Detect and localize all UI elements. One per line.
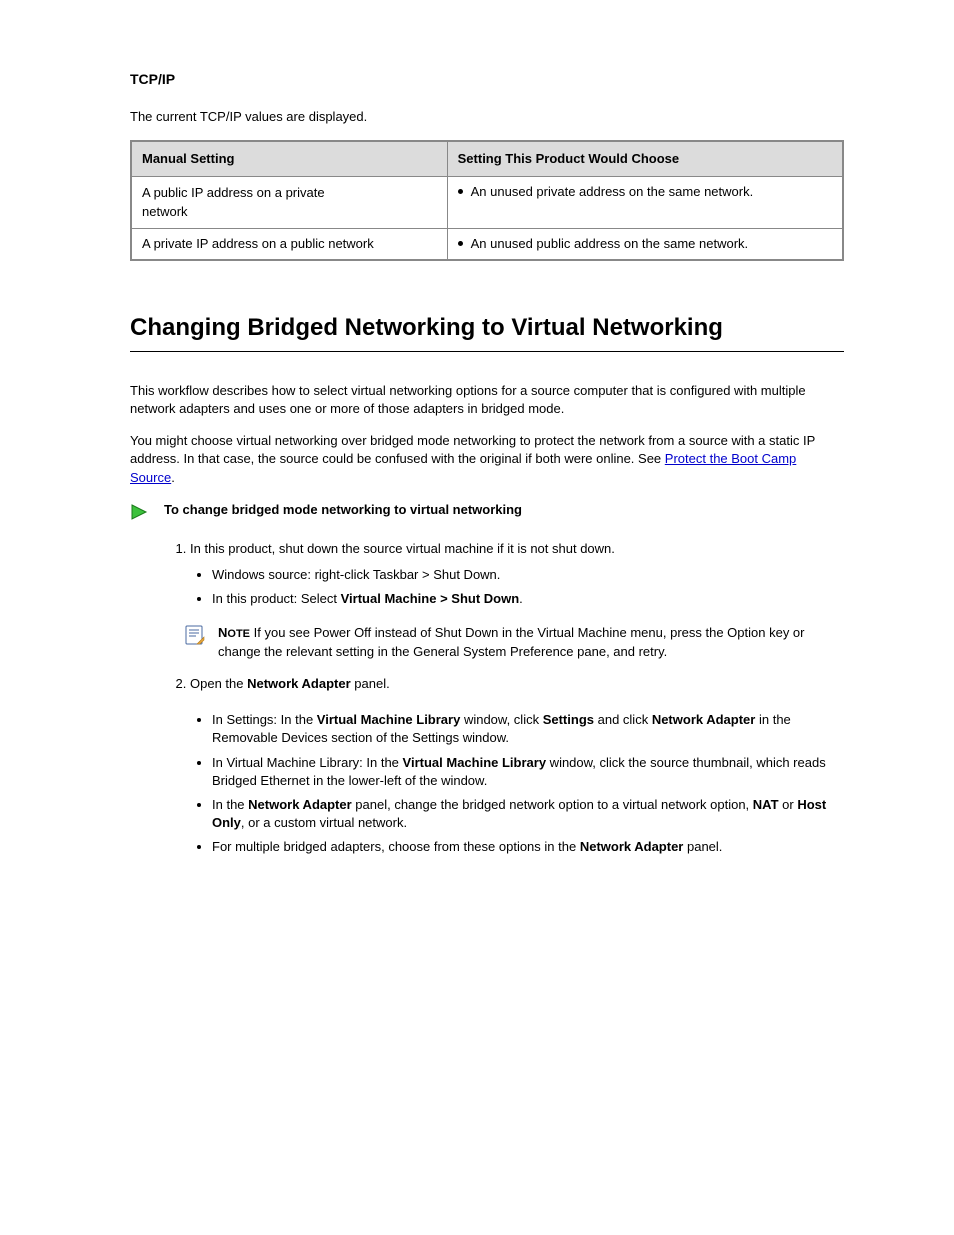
text: For multiple bridged adapters, choose fr… [212,839,580,854]
note-icon [184,624,206,651]
ui-name: Network Adapter [580,839,684,854]
text: In Virtual Machine Library: In the [212,755,403,770]
text: panel. [351,676,390,691]
ui-name: Settings [543,712,594,727]
text: . [519,591,523,606]
text: panel. [683,839,722,854]
text: , or a custom virtual network. [241,815,407,830]
panel-name: Network Adapter [247,676,351,691]
ui-name: Virtual Machine Library [403,755,547,770]
step-text: In this product, shut down the source vi… [190,541,615,556]
list-item: In Settings: In the Virtual Machine Libr… [212,711,844,747]
tcpip-header: TCP/IP [130,70,844,90]
col-product-choice: Setting This Product Would Choose [447,141,843,177]
text: In Settings: In the [212,712,317,727]
text: panel, change the bridged network option… [352,797,753,812]
text: In this product: Select [212,591,341,606]
text: . [171,470,175,485]
list-item: In this product: Select Virtual Machine … [212,590,844,608]
bullet-icon [458,241,463,246]
list-item: In the Network Adapter panel, change the… [212,796,844,832]
intro-paragraph-2: You might choose virtual networking over… [130,432,844,487]
list-item: Windows source: right-click Taskbar > Sh… [212,566,844,584]
text: and click [594,712,652,727]
list-item: For multiple bridged adapters, choose fr… [212,838,844,856]
ui-name: NAT [753,797,779,812]
cell-text: network [142,202,437,222]
table-row: A private IP address on a public network… [131,228,843,260]
note-text: NOTE If you see Power Off instead of Shu… [218,624,844,661]
intro-paragraph-1: This workflow describes how to select vi… [130,382,844,418]
note-label: NOTE [218,625,250,640]
ip-settings-table: Manual Setting Setting This Product Woul… [130,140,844,261]
procedure-heading: To change bridged mode networking to vir… [164,501,522,519]
text: If you see Power Off instead of Shut Dow… [218,625,805,658]
text: In the [212,797,248,812]
table-row: A public IP address on a private network… [131,176,843,228]
text: window, click [460,712,542,727]
ui-name: Network Adapter [652,712,756,727]
step-2: Open the Network Adapter panel. In Setti… [190,675,844,857]
cell-text: A public IP address on a private [142,183,437,203]
cell-text: An unused private address on the same ne… [471,183,754,201]
page-title: Changing Bridged Networking to Virtual N… [130,311,844,352]
text: Open the [190,676,247,691]
text: or [779,797,798,812]
tcpip-lead: The current TCP/IP values are displayed. [130,108,844,126]
list-item: In Virtual Machine Library: In the Virtu… [212,754,844,790]
cell-text: A private IP address on a public network [131,228,447,260]
col-manual-setting: Manual Setting [131,141,447,177]
step-1: In this product, shut down the source vi… [190,540,844,609]
cell-text: An unused public address on the same net… [471,235,749,253]
ui-name: Network Adapter [248,797,352,812]
bullet-icon [458,189,463,194]
menu-path: Virtual Machine > Shut Down [341,591,520,606]
play-arrow-icon [130,503,150,526]
ui-name: Virtual Machine Library [317,712,461,727]
